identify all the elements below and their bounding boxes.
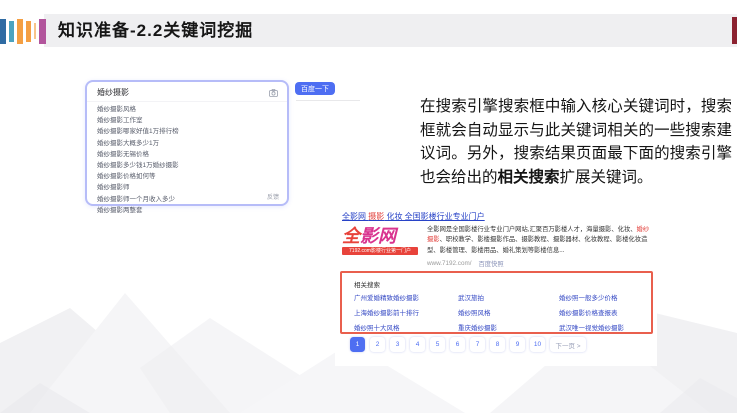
result-description-text: 全影网是全国影楼行业专业门户网站,汇聚百万影楼人才，海量摄影、化妆、: [427, 226, 637, 233]
related-search-link[interactable]: 广州爱婚精致婚纱摄影: [354, 294, 458, 304]
page-button[interactable]: 10: [530, 337, 545, 352]
paragraph-bold-text: 相关搜索: [497, 169, 560, 187]
related-search-link[interactable]: 婚纱照一般多少价格: [559, 294, 639, 304]
result-title-highlight: 摄影: [368, 212, 385, 221]
pagination: 1 2 3 4 5 6 7 8 9 10 下一页 >: [350, 337, 586, 352]
feedback-link[interactable]: 反馈: [267, 192, 279, 201]
related-search-link[interactable]: 婚纱照十大风格: [354, 324, 458, 334]
related-search-header: 相关搜索: [354, 282, 380, 289]
suggestion-item[interactable]: 婚纱摄影多少钱1万婚纱摄影: [97, 160, 277, 171]
logo-wordmark: 全影网: [342, 226, 422, 246]
result-description-text: 、职校教学、影楼摄影作品、摄影教程、摄影器材、化妆教程、影楼化妆造型、影楼管理、…: [427, 236, 648, 254]
suggestion-item[interactable]: 婚纱摄影工作室: [97, 115, 277, 126]
result-title-link[interactable]: 全影网 摄影 化妆 全国影楼行业专业门户: [342, 211, 485, 222]
suggestion-item[interactable]: 婚纱摄影师一个月收入多少: [97, 194, 277, 205]
page-button[interactable]: 8: [490, 337, 505, 352]
result-url-row: www.7192.com/ 百度快照: [427, 259, 504, 268]
page-button[interactable]: 9: [510, 337, 525, 352]
result-title-text: 全影网: [342, 212, 369, 221]
baidu-search-button[interactable]: 百度一下: [295, 82, 335, 95]
accent-bars-icon: [0, 16, 46, 46]
right-accent-bar: [732, 17, 737, 44]
related-search-link[interactable]: 婚纱照风格: [458, 309, 559, 319]
explanation-paragraph: 在搜索引擎搜索框中输入核心关键词时，搜索框就会自动显示与此关键词相关的一些搜索建…: [420, 95, 732, 190]
related-search-link[interactable]: 重庆婚纱摄影: [458, 324, 559, 334]
page-button-current[interactable]: 1: [350, 337, 365, 352]
page-button[interactable]: 6: [450, 337, 465, 352]
result-url: www.7192.com/: [427, 260, 472, 267]
suggestion-item[interactable]: 婚纱摄影无锡价格: [97, 149, 277, 160]
page-button[interactable]: 2: [370, 337, 385, 352]
related-search-link[interactable]: 婚纱摄影价格查报表: [559, 309, 639, 319]
next-page-button[interactable]: 下一页 >: [550, 337, 586, 352]
suggestion-item[interactable]: 婚纱摄影哪家好值1万排行榜: [97, 126, 277, 137]
result-description: 全影网是全国影楼行业专业门户网站,汇聚百万影楼人才，海量摄影、化妆、婚纱摄影、职…: [427, 225, 653, 256]
result-title-text: 化妆 全国影楼行业专业门户: [384, 212, 485, 221]
suggestion-item[interactable]: 婚纱摄影风格: [97, 104, 277, 115]
page-button[interactable]: 3: [390, 337, 405, 352]
logo-char-red: 全: [342, 226, 360, 246]
header-divider-line: [296, 100, 360, 101]
related-search-grid: 广州爱婚精致婚纱摄影 武汉旅拍 婚纱照一般多少价格 上海婚纱摄影前十排行 婚纱照…: [354, 294, 639, 334]
baidu-cache-link[interactable]: 百度快照: [478, 259, 503, 268]
quanying-logo: 全影网 7192.com影楼行业第一门户: [342, 226, 422, 255]
slide: 知识准备-2.2关键词挖掘 婚纱摄影 婚纱摄影风格 婚纱摄影工作室 婚纱摄影哪家…: [0, 0, 737, 413]
page-button[interactable]: 4: [410, 337, 425, 352]
logo-tagline: 7192.com影楼行业第一门户: [342, 247, 418, 255]
logo-chars-pink: 影网: [360, 226, 396, 246]
suggestion-item[interactable]: 婚纱摄影价格如何等: [97, 171, 277, 182]
related-search-box: 相关搜索 广州爱婚精致婚纱摄影 武汉旅拍 婚纱照一般多少价格 上海婚纱摄影前十排…: [340, 271, 653, 334]
suggestion-list: 婚纱摄影风格 婚纱摄影工作室 婚纱摄影哪家好值1万排行榜 婚纱摄影大概多少1万 …: [87, 104, 287, 216]
page-button[interactable]: 5: [430, 337, 445, 352]
related-search-link[interactable]: 武汉旅拍: [458, 294, 559, 304]
camera-icon[interactable]: [269, 88, 278, 97]
related-search-link[interactable]: 武汉唯一视觉婚纱摄影: [559, 324, 639, 334]
page-title: 知识准备-2.2关键词挖掘: [58, 21, 254, 40]
title-bar: 知识准备-2.2关键词挖掘: [44, 14, 737, 47]
search-suggest-panel: 婚纱摄影 婚纱摄影风格 婚纱摄影工作室 婚纱摄影哪家好值1万排行榜 婚纱摄影大概…: [85, 80, 289, 214]
search-query-text: 婚纱摄影: [97, 88, 129, 97]
suggestion-item[interactable]: 婚纱摄影大概多少1万: [97, 138, 277, 149]
page-button[interactable]: 7: [470, 337, 485, 352]
suggestion-item[interactable]: 婚纱摄影两整套: [97, 205, 277, 216]
paragraph-text: 扩展关键词。: [559, 169, 653, 187]
search-input[interactable]: 婚纱摄影: [87, 82, 287, 102]
related-search-link[interactable]: 上海婚纱摄影前十排行: [354, 309, 458, 319]
suggestion-item[interactable]: 婚纱摄影师: [97, 182, 277, 193]
